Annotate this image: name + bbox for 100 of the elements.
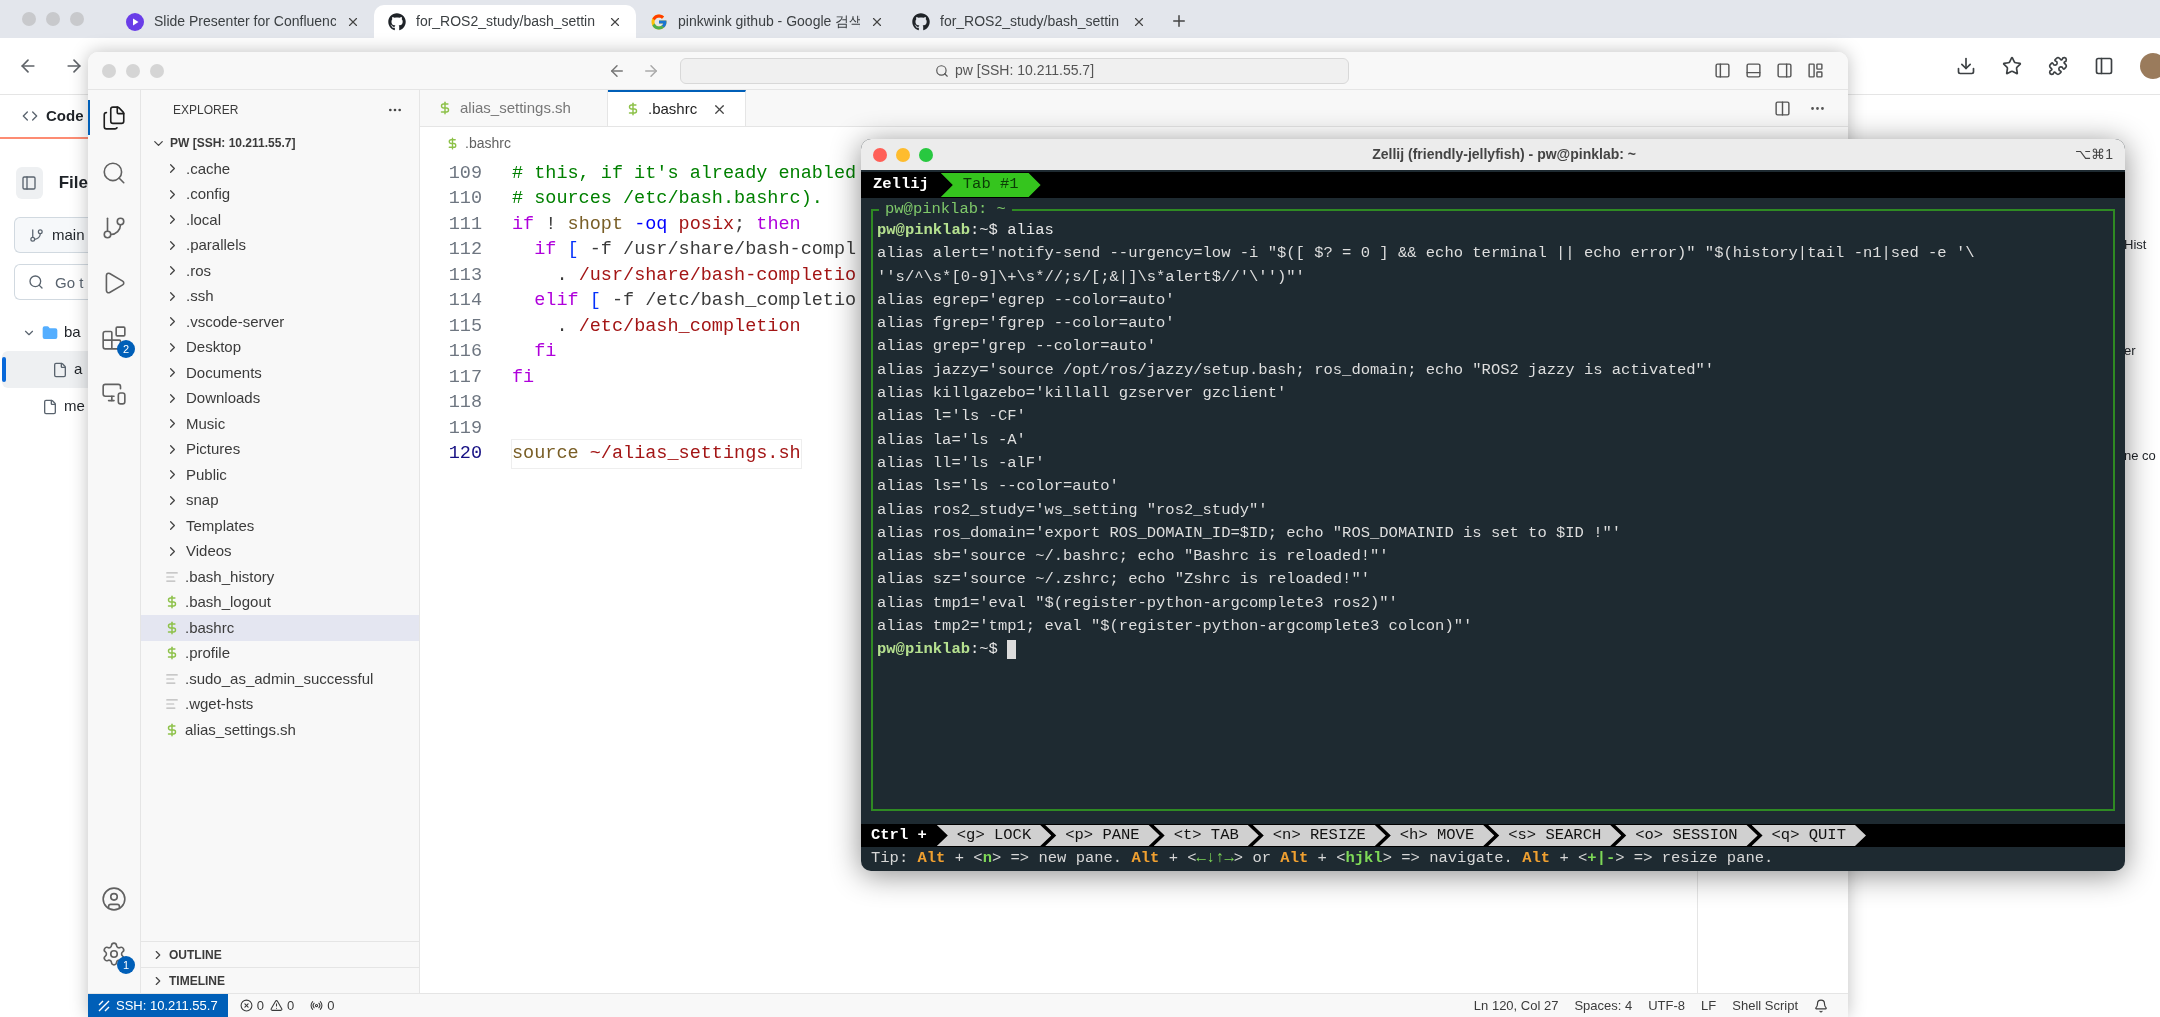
output-line: alias tmp1='eval "$(register-python-argcomplete3 ros2)"' (877, 592, 1399, 614)
modifier-label: Ctrl + (870, 824, 928, 846)
tree-item[interactable]: .config (141, 181, 419, 207)
tree-item[interactable]: Public (141, 462, 419, 488)
tab-title: Slide Presenter for Confluenc (154, 12, 336, 31)
code-line: . /usr/share/bash-completio (555, 263, 857, 288)
code-line: elif [ -f /etc/bash_completio (533, 289, 857, 314)
panel-toggle-button[interactable] (16, 167, 43, 199)
remote-indicator[interactable]: SSH: 10.211.55.7 (88, 994, 228, 1017)
tree-item[interactable]: .ros (141, 258, 419, 284)
tree-item[interactable]: .bash_history (141, 564, 419, 590)
files-heading: File (58, 172, 88, 195)
file-tree-item[interactable]: ba (2, 314, 88, 351)
line-number: 114 (447, 289, 482, 314)
tree-item[interactable]: .ssh (141, 283, 419, 309)
status-item[interactable]: Shell Script (1732, 995, 1798, 1016)
branch-button[interactable]: main (14, 217, 88, 253)
bookmark-star-icon[interactable] (2002, 56, 2022, 76)
tree-item[interactable]: .profile (141, 640, 419, 666)
ports-indicator[interactable]: 0 (310, 995, 335, 1016)
tree-item[interactable]: .sudo_as_admin_successful (141, 666, 419, 692)
section-header[interactable]: OUTLINE (141, 941, 419, 967)
tree-item[interactable]: .cache (141, 156, 419, 182)
dollar-icon (438, 101, 452, 115)
new-tab-icon[interactable] (1170, 12, 1188, 30)
tab-title: for_ROS2_study/bash_settin (940, 12, 1120, 31)
go-to-file-field[interactable]: Go t (14, 264, 88, 300)
tree-item[interactable]: snap (141, 487, 419, 513)
tree-item[interactable]: .local (141, 207, 419, 233)
notifications-icon[interactable] (1814, 998, 1828, 1013)
page-text: Hist (2124, 236, 2148, 254)
tab-title: for_ROS2_study/bash_settin (416, 12, 596, 31)
code-line: . /etc/bash_completion (555, 314, 801, 339)
google-icon (650, 12, 668, 31)
line-number: 110 (447, 187, 482, 212)
file-tree-item[interactable]: me (2, 388, 88, 425)
settings-icon[interactable] (101, 940, 127, 967)
command-center[interactable]: pw [SSH: 10.211.55.7] (680, 57, 1349, 84)
output-line: alias killgazebo='killall gzserver gzclient' (877, 383, 1288, 405)
tree-item[interactable]: .bash_logout (141, 589, 419, 615)
status-item[interactable]: Spaces: 4 (1574, 995, 1633, 1016)
toggle-panel-icon[interactable] (1745, 62, 1762, 79)
avatar[interactable] (2140, 53, 2160, 79)
file-icon (42, 398, 58, 415)
shell-file-icon (165, 722, 179, 737)
tree-item[interactable]: alias_settings.sh (141, 717, 419, 743)
browser-tab[interactable]: for_ROS2_study/bash_settin (374, 5, 636, 38)
source-control-icon[interactable] (101, 214, 127, 241)
search-icon (934, 63, 949, 78)
search-icon (28, 274, 44, 290)
line-number: 111 (447, 212, 482, 237)
side-panel-icon[interactable] (2094, 56, 2114, 76)
line-number: 115 (447, 314, 482, 339)
tree-item[interactable]: Templates (141, 513, 419, 539)
tree-item[interactable]: .vscode-server (141, 309, 419, 335)
dollar-icon (446, 136, 459, 150)
editor-tab[interactable]: .bashrc (608, 90, 746, 126)
tree-item[interactable]: Desktop (141, 334, 419, 360)
tree-item[interactable]: Pictures (141, 436, 419, 462)
close-window-button[interactable] (873, 147, 887, 162)
code-line: source ~/alias_settings.sh (512, 440, 801, 469)
status-item[interactable]: UTF-8 (1648, 995, 1686, 1016)
terminal-tab[interactable]: Tab #1 (940, 172, 1041, 197)
extensions-icon[interactable] (2048, 56, 2068, 76)
status-item[interactable]: Ln 120, Col 27 (1473, 995, 1559, 1016)
code-tab[interactable]: Code (46, 104, 84, 128)
tree-item[interactable]: Music (141, 411, 419, 437)
status-item[interactable]: LF (1701, 995, 1717, 1016)
account-icon[interactable] (101, 885, 127, 912)
tree-item[interactable]: Videos (141, 538, 419, 564)
toggle-secondary-sidebar-icon[interactable] (1776, 62, 1793, 79)
output-line: alias egrep='egrep --color=auto' (877, 289, 1176, 311)
key-hint: <n> RESIZE (1252, 825, 1386, 847)
breadcrumb[interactable]: .bashrc (420, 127, 540, 159)
browser-tab[interactable]: for_ROS2_study/bash_settin (898, 5, 1160, 38)
tree-item[interactable]: Downloads (141, 385, 419, 411)
output-line: alias sz='source ~/.zshrc; echo "Zshrc is reloaded!"' (877, 569, 1371, 591)
line-number: 120 (447, 442, 482, 467)
toggle-sidebar-icon[interactable] (1714, 62, 1731, 79)
shell-file-icon (165, 620, 179, 635)
line-number: 109 (447, 161, 482, 186)
key-hint: <o> SESSION (1615, 825, 1758, 847)
extensions-icon[interactable] (101, 324, 127, 351)
tree-item[interactable]: .wget-hsts (141, 691, 419, 717)
split-editor-icon[interactable] (1774, 99, 1791, 117)
tree-root[interactable]: PW [SSH: 10.211.55.7] (141, 130, 419, 156)
problems-indicator[interactable]: 0 0 (239, 995, 295, 1016)
layout-icon[interactable] (1807, 62, 1824, 79)
code-line: # sources /etc/bash.bashrc). (512, 187, 823, 212)
tree-item[interactable]: .parallels (141, 232, 419, 258)
tree-item[interactable]: .bashrc (141, 615, 419, 641)
code-line: fi (512, 365, 535, 390)
activity-item[interactable]: 2 (88, 310, 140, 365)
file-tree-item[interactable]: a (2, 351, 88, 388)
count-badge: 2 (117, 340, 135, 358)
install-icon[interactable] (1956, 56, 1976, 76)
browser-tab[interactable]: Slide Presenter for Confluenc (112, 5, 374, 38)
file-icon (52, 361, 68, 378)
explorer-icon[interactable] (101, 104, 127, 131)
tree-item[interactable]: Documents (141, 360, 419, 386)
